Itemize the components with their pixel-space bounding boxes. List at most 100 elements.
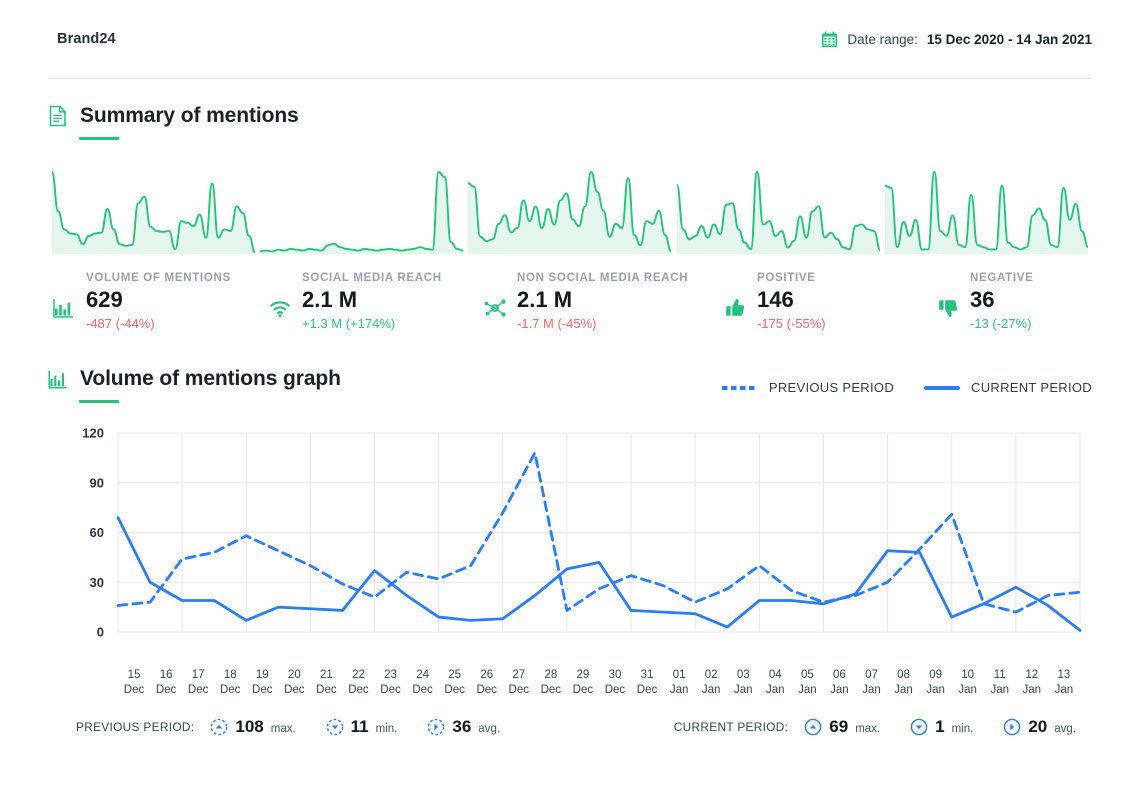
date-range-label: Date range: <box>847 32 918 47</box>
y-tick-label: 30 <box>90 575 104 590</box>
x-tick-label: 26Dec <box>471 668 503 698</box>
x-tick-label: 19Dec <box>246 668 278 698</box>
volume-of-mentions-chart[interactable]: 0 30 60 90 120 <box>48 421 1092 666</box>
kpi-delta: +1.3 M (+174%) <box>302 316 483 331</box>
kpi-label: VOLUME OF MENTIONS <box>86 272 268 284</box>
x-tick-label: 28Dec <box>535 668 567 698</box>
x-tick-label: 07Jan <box>855 668 887 698</box>
legend-item-current-period[interactable]: CURRENT PERIOD <box>924 380 1092 395</box>
stat-value: 36 <box>452 717 471 737</box>
x-tick-label: 29Dec <box>567 668 599 698</box>
x-tick-label: 31Dec <box>631 668 663 698</box>
current-period-stats: CURRENT PERIOD: 69 max. 1 min. <box>674 717 1076 737</box>
kpi-row: VOLUME OF MENTIONS 629 -487 (-44%) SO <box>48 272 1092 331</box>
report-page: Brand24 Date range: 15 Dec 2020 - 14 Jan… <box>0 0 1140 790</box>
series-line-current-period <box>118 518 1080 631</box>
legend-label: CURRENT PERIOD <box>971 380 1092 395</box>
kpi-value: 2.1 M <box>517 288 723 312</box>
brand-name: Brand24 <box>57 31 116 47</box>
x-tick-label: 22Dec <box>342 668 374 698</box>
social-media-reach-sparkline <box>260 166 463 258</box>
kpi-value: 629 <box>86 288 268 312</box>
x-tick-label: 18Dec <box>214 668 246 698</box>
current-min-stat: 1 min. <box>910 717 973 737</box>
graph-heading: Volume of mentions graph PREVIOUS PERIOD… <box>48 331 1092 403</box>
x-tick-label: 13Jan <box>1048 668 1080 698</box>
kpi-label: NEGATIVE <box>970 272 1034 284</box>
chevron-down-circle-icon <box>910 718 928 736</box>
x-tick-label: 30Dec <box>599 668 631 698</box>
x-tick-label: 20Dec <box>278 668 310 698</box>
x-tick-label: 16Dec <box>150 668 182 698</box>
legend-dashed-swatch <box>722 386 758 390</box>
page-title: Summary of mentions <box>80 104 299 128</box>
x-tick-label: 24Dec <box>407 668 439 698</box>
non-social-media-reach-sparkline <box>468 166 671 258</box>
stat-value: 69 <box>829 717 848 737</box>
chevron-down-circle-dashed-icon <box>326 718 344 736</box>
period-stats-row: PREVIOUS PERIOD: 108 max. 11 min. <box>48 699 1092 737</box>
x-tick-label: 21Dec <box>310 668 342 698</box>
chevron-right-circle-icon <box>1003 718 1021 736</box>
y-tick-label: 0 <box>97 625 104 640</box>
x-tick-label: 17Dec <box>182 668 214 698</box>
current-avg-stat: 20 avg. <box>1003 717 1076 737</box>
title-underline <box>79 137 119 140</box>
chevron-up-circle-icon <box>804 718 822 736</box>
stat-unit: max. <box>271 723 296 735</box>
negative-sparkline <box>885 166 1088 258</box>
volume-of-mentions-sparkline <box>52 166 255 258</box>
x-tick-label: 01Jan <box>663 668 695 698</box>
legend-item-previous-period[interactable]: PREVIOUS PERIOD <box>722 380 894 395</box>
x-tick-label: 04Jan <box>759 668 791 698</box>
kpi-label: SOCIAL MEDIA REACH <box>302 272 483 284</box>
kpi-value: 36 <box>970 288 1034 312</box>
chart-x-axis-labels: 15Dec16Dec17Dec18Dec19Dec20Dec21Dec22Dec… <box>48 668 1092 698</box>
kpi-delta: -175 (-55%) <box>757 316 936 331</box>
previous-period-stats: PREVIOUS PERIOD: 108 max. 11 min. <box>76 717 500 737</box>
current-period-caption: CURRENT PERIOD: <box>674 720 789 734</box>
kpi-label: POSITIVE <box>757 272 936 284</box>
previous-avg-stat: 36 avg. <box>427 717 500 737</box>
x-tick-label: 02Jan <box>695 668 727 698</box>
stat-value: 11 <box>351 717 369 737</box>
y-tick-label: 90 <box>90 475 104 490</box>
kpi-label: NON SOCIAL MEDIA REACH <box>517 272 723 284</box>
x-tick-label: 12Jan <box>1016 668 1048 698</box>
positive-sparkline <box>677 166 880 258</box>
bar-chart-icon <box>52 296 76 320</box>
date-range[interactable]: Date range: 15 Dec 2020 - 14 Jan 2021 <box>821 31 1092 48</box>
stat-value: 20 <box>1028 717 1047 737</box>
y-tick-label: 60 <box>90 525 104 540</box>
stat-value: 1 <box>935 717 944 737</box>
kpi-non-social-media-reach: NON SOCIAL MEDIA REACH 2.1 M -1.7 M (-45… <box>483 272 723 331</box>
x-tick-label: 06Jan <box>823 668 855 698</box>
stat-unit: avg. <box>1054 723 1076 735</box>
kpi-delta: -1.7 M (-45%) <box>517 316 723 331</box>
chevron-up-circle-dashed-icon <box>210 718 228 736</box>
page-header: Brand24 Date range: 15 Dec 2020 - 14 Jan… <box>0 0 1140 78</box>
chart-legend: PREVIOUS PERIOD CURRENT PERIOD <box>722 367 1092 395</box>
previous-period-caption: PREVIOUS PERIOD: <box>76 720 194 734</box>
current-max-stat: 69 max. <box>804 717 880 737</box>
kpi-value: 146 <box>757 288 936 312</box>
stat-unit: avg. <box>478 723 500 735</box>
x-tick-label: 11Jan <box>984 668 1016 698</box>
y-tick-label: 120 <box>82 426 104 441</box>
previous-min-stat: 11 min. <box>326 717 398 737</box>
legend-label: PREVIOUS PERIOD <box>769 380 894 395</box>
x-tick-label: 27Dec <box>503 668 535 698</box>
summary-section: Summary of mentions <box>0 79 1140 737</box>
thumbs-up-icon <box>723 296 747 320</box>
x-tick-label: 05Jan <box>791 668 823 698</box>
kpi-volume-of-mentions: VOLUME OF MENTIONS 629 -487 (-44%) <box>52 272 268 331</box>
thumbs-down-icon <box>936 296 960 320</box>
network-icon <box>483 296 507 320</box>
x-tick-label: 23Dec <box>375 668 407 698</box>
x-tick-label: 15Dec <box>118 668 150 698</box>
x-tick-label: 09Jan <box>920 668 952 698</box>
legend-solid-swatch <box>924 386 960 390</box>
calendar-icon <box>821 31 838 48</box>
bar-chart-icon <box>48 368 68 390</box>
graph-title: Volume of mentions graph <box>80 367 341 391</box>
